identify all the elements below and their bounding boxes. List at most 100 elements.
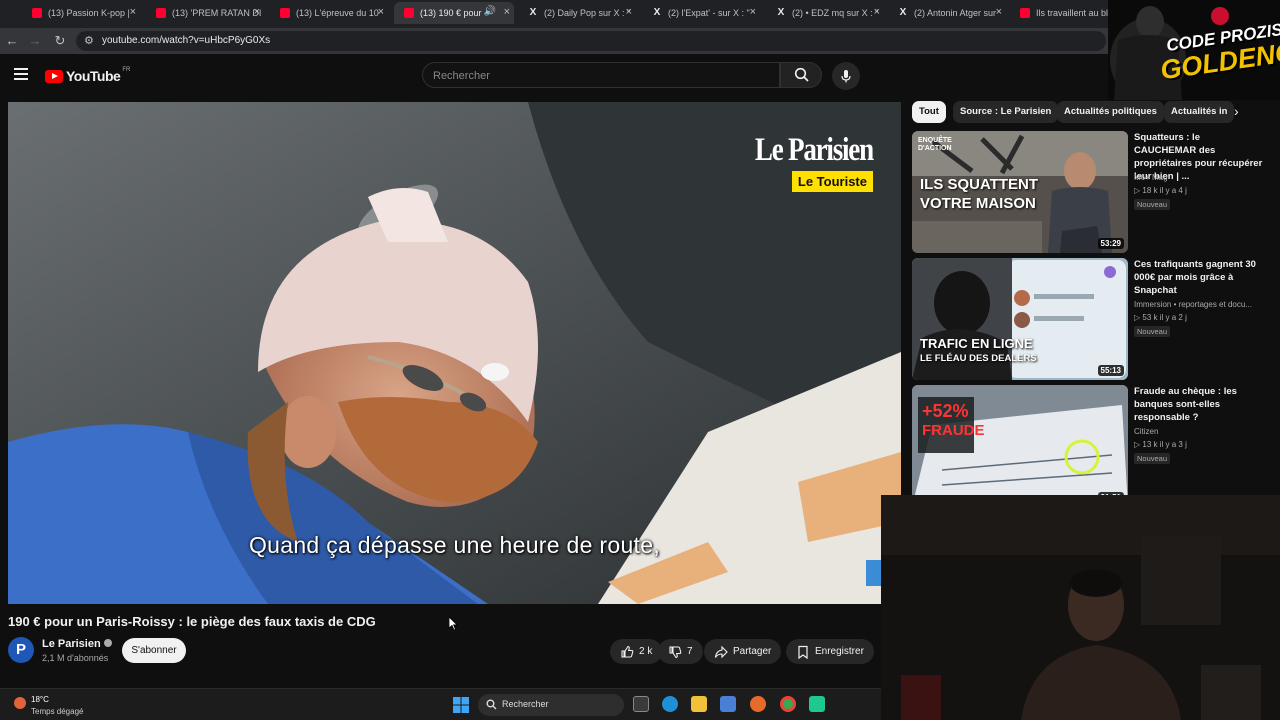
close-icon[interactable]: × — [996, 6, 1002, 18]
browser-tab[interactable]: X (2) l'Expat' - sur X : " × — [642, 2, 760, 24]
thumbnail-headline: TRAFIC EN LIGNE — [920, 336, 1033, 351]
recommendation-channel[interactable]: Citizen — [1134, 427, 1158, 436]
site-info-icon[interactable]: ⚙ — [84, 34, 94, 47]
recommendation-item[interactable]: ENQUÊTE D'ACTION ILS SQUATTENT VOTRE MAI… — [912, 131, 1272, 253]
firefox-icon[interactable] — [750, 696, 766, 712]
share-label: Partager — [733, 646, 772, 657]
recommendation-channel[interactable]: M6+ Mag — [1134, 173, 1168, 182]
dislike-button[interactable]: 7 — [658, 639, 703, 664]
recommendation-stats: ▷ 53 k il y a 2 j — [1134, 313, 1187, 322]
subscribe-button[interactable]: S'abonner — [122, 638, 186, 663]
tab-label: Ils travaillent au blac — [1036, 8, 1118, 18]
store-icon[interactable] — [720, 696, 736, 712]
chip-source[interactable]: Source : Le Parisien — [953, 101, 1059, 123]
forward-icon[interactable]: → — [27, 33, 43, 49]
close-icon[interactable]: × — [378, 6, 384, 18]
youtube-logo[interactable]: YouTube FR — [45, 67, 131, 84]
search-input[interactable]: Rechercher — [422, 62, 780, 88]
youtube-icon — [280, 8, 290, 18]
taskbar-search[interactable]: Rechercher — [478, 694, 624, 716]
windows-start-icon[interactable] — [453, 697, 469, 713]
close-icon[interactable]: × — [874, 6, 880, 18]
share-button[interactable]: Partager — [704, 639, 782, 664]
edge-icon[interactable] — [662, 696, 678, 712]
video-duration: 55:13 — [1097, 365, 1124, 376]
new-badge: Nouveau — [1134, 326, 1171, 337]
search-icon — [794, 67, 809, 82]
tab-label: (2) l'Expat' - sur X : " — [668, 8, 750, 18]
chip-politics[interactable]: Actualités politiques — [1057, 101, 1164, 123]
x-icon: X — [529, 7, 537, 18]
tab-label: (13) Passion K-pop | — [48, 8, 130, 18]
close-icon[interactable]: × — [504, 6, 510, 18]
taskbar-search-label: Rechercher — [502, 699, 549, 709]
file-explorer-icon[interactable] — [691, 696, 707, 712]
menu-icon[interactable] — [14, 68, 28, 80]
tab-label: (2) Antonin Atger sur — [914, 8, 997, 18]
stream-overlay-logo: CODE PROZIS GOLDENG — [1108, 0, 1280, 100]
filter-chip-bar: Tout Source : Le Parisien Actualités pol… — [912, 101, 1252, 123]
x-icon: X — [777, 7, 785, 18]
browser-tab-active[interactable]: (13) 190 € pour u 🔊 × — [394, 2, 514, 24]
youtube-icon — [156, 8, 166, 18]
video-thumbnail[interactable]: ENQUÊTE D'ACTION ILS SQUATTENT VOTRE MAI… — [912, 131, 1128, 253]
close-icon[interactable]: × — [130, 6, 136, 18]
brand-watermark: Le Parisien Le Touriste — [729, 132, 874, 192]
speaker-icon[interactable]: 🔊 — [484, 6, 496, 17]
thumbnail-headline: LE FLÉAU DES DEALERS — [920, 353, 1037, 364]
browser-tab[interactable]: (13) L'épreuve du 10 × — [270, 2, 388, 24]
chevron-right-icon[interactable]: › — [1234, 103, 1239, 119]
discord-icon[interactable] — [809, 696, 825, 712]
x-icon: X — [899, 7, 907, 18]
new-badge: Nouveau — [1134, 199, 1171, 210]
close-icon[interactable]: × — [750, 6, 756, 18]
video-duration: 53:29 — [1097, 238, 1124, 249]
recommendation-title[interactable]: Ces trafiquants gagnent 30 000€ par mois… — [1134, 258, 1264, 297]
thumbs-up-icon — [621, 645, 634, 658]
back-icon[interactable]: ← — [4, 33, 20, 49]
search-placeholder: Rechercher — [433, 70, 490, 82]
recommendation-stats: ▷ 13 k il y a 3 j — [1134, 440, 1187, 449]
search-icon — [486, 699, 497, 710]
chip-all[interactable]: Tout — [912, 101, 946, 123]
browser-tab[interactable]: X (2) • EDZ mq sur X : " × — [766, 2, 884, 24]
recommendation-stats: ▷ 18 k il y a 4 j — [1134, 186, 1187, 195]
mouse-cursor — [449, 617, 458, 631]
browser-tab[interactable]: X (2) Antonin Atger sur × — [888, 2, 1006, 24]
weather-description: Temps dégagé — [31, 707, 84, 716]
voice-search-button[interactable] — [832, 62, 860, 90]
browser-tab-strip: (13) Passion K-pop | × (13) 'PREM RATAN … — [0, 0, 1280, 28]
address-bar[interactable]: ⚙ youtube.com/watch?v=uHbcP6yG0Xs — [76, 31, 1106, 51]
browser-toolbar: ← → ↻ ⚙ youtube.com/watch?v=uHbcP6yG0Xs — [0, 28, 1280, 54]
channel-name-row[interactable]: Le Parisien — [42, 638, 112, 650]
close-icon[interactable]: × — [626, 6, 632, 18]
recommendation-item[interactable]: TRAFIC EN LIGNE LE FLÉAU DES DEALERS 55:… — [912, 258, 1272, 380]
recommendation-title[interactable]: Fraude au chèque : les banques sont-elle… — [1134, 385, 1264, 424]
country-code: FR — [122, 67, 131, 73]
search-button[interactable] — [780, 62, 822, 88]
browser-tab[interactable]: (13) 'PREM RATAN DI × — [146, 2, 264, 24]
dislike-count: 7 — [687, 646, 693, 657]
video-subtitle: Quand ça dépasse une heure de route, — [248, 532, 661, 558]
reload-icon[interactable]: ↻ — [52, 33, 68, 49]
chrome-icon[interactable] — [780, 696, 796, 712]
tab-label: (13) L'épreuve du 10 — [296, 8, 379, 18]
browser-tab[interactable]: X (2) Daily Pop sur X : " × — [518, 2, 636, 24]
recommendation-item[interactable]: +52% FRAUDE 31:51 Fraude au chèque : les… — [912, 385, 1272, 507]
chip-news[interactable]: Actualités in — [1164, 101, 1234, 123]
like-button[interactable]: 2 k — [610, 639, 663, 664]
channel-avatar[interactable]: P — [8, 637, 34, 663]
tab-label: (13) 'PREM RATAN DI — [172, 8, 262, 18]
channel-name: Le Parisien — [42, 638, 101, 650]
video-player[interactable]: Le Parisien Le Touriste Quand ça dépasse… — [8, 102, 901, 604]
save-button[interactable]: Enregistrer — [786, 639, 874, 664]
video-thumbnail[interactable]: +52% FRAUDE 31:51 — [912, 385, 1128, 507]
video-thumbnail[interactable]: TRAFIC EN LIGNE LE FLÉAU DES DEALERS 55:… — [912, 258, 1128, 380]
tab-label: (13) 190 € pour u — [420, 8, 482, 18]
close-icon[interactable]: × — [254, 6, 260, 18]
recommendation-channel[interactable]: Immersion • reportages et docu... — [1134, 300, 1252, 309]
task-view-icon[interactable] — [633, 696, 649, 712]
browser-tab[interactable]: (13) Passion K-pop | × — [22, 2, 140, 24]
microphone-icon — [841, 70, 851, 83]
verified-icon — [103, 639, 112, 647]
